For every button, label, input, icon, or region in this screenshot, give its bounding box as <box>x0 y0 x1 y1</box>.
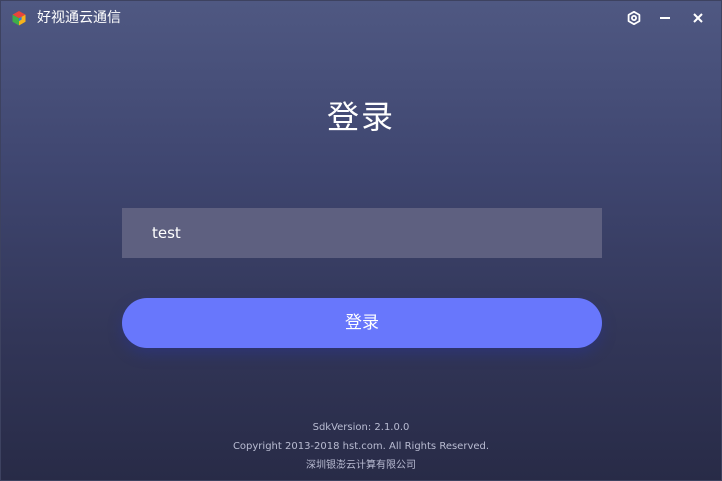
hst-cube-logo-icon <box>12 11 26 26</box>
username-input[interactable] <box>122 208 602 258</box>
close-button[interactable] <box>687 7 709 29</box>
username-field[interactable] <box>122 208 602 258</box>
minimize-icon <box>660 17 670 19</box>
login-button-label: 登录 <box>345 313 379 333</box>
login-window: 好视通云通信 登录 登录 SdkVersion: 2.1.0.0 Copyrig <box>0 0 722 481</box>
login-button[interactable]: 登录 <box>122 298 602 348</box>
minimize-button[interactable] <box>654 7 676 29</box>
close-icon <box>693 13 703 23</box>
title-bar[interactable]: 好视通云通信 <box>1 1 721 35</box>
company-name-text: 深圳银澎云计算有限公司 <box>306 460 416 471</box>
sdk-version-text: SdkVersion: 2.1.0.0 <box>312 422 410 433</box>
settings-button[interactable] <box>623 7 645 29</box>
footer: SdkVersion: 2.1.0.0 Copyright 2013-2018 … <box>1 418 721 475</box>
copyright-text: Copyright 2013-2018 hst.com. All Rights … <box>232 441 490 452</box>
gear-icon <box>627 11 641 25</box>
app-title: 好视通云通信 <box>37 10 121 26</box>
login-heading: 登录 <box>326 98 395 136</box>
